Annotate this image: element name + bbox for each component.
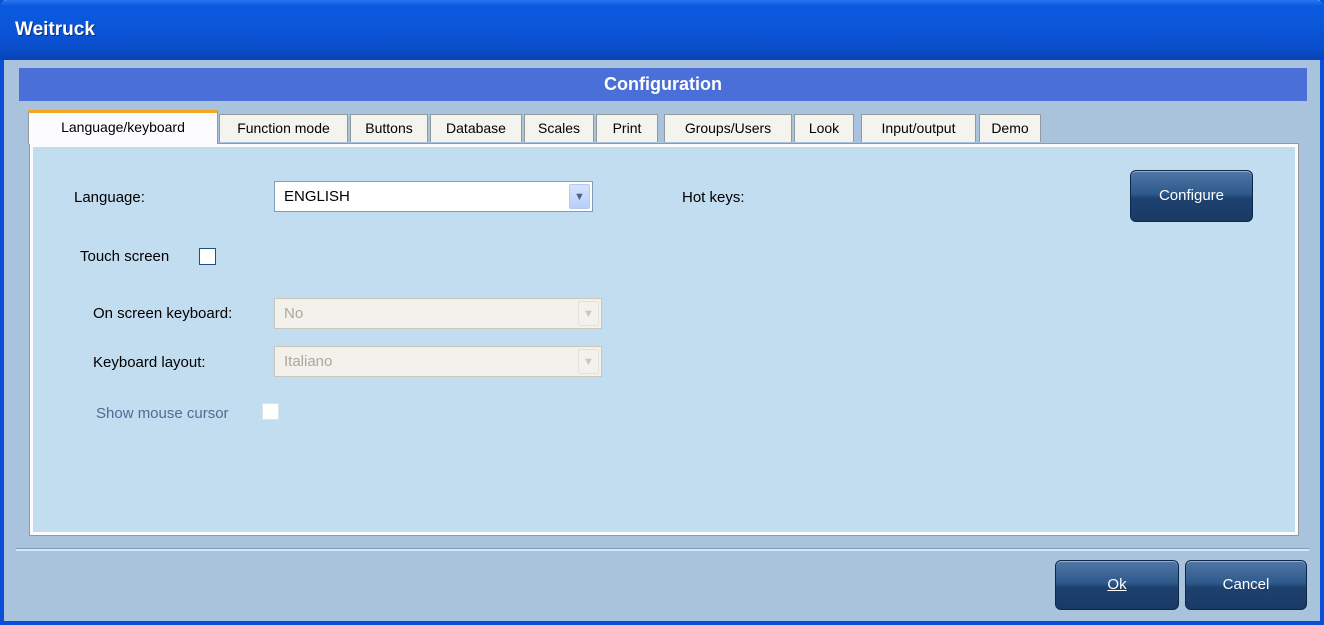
ok-button[interactable]: Ok xyxy=(1055,560,1179,610)
tab-database[interactable]: Database xyxy=(430,114,522,142)
touch-screen-checkbox[interactable] xyxy=(199,248,216,265)
chevron-down-icon[interactable]: ▼ xyxy=(578,301,599,326)
hotkeys-label: Hot keys: xyxy=(682,189,745,206)
page-title: Configuration xyxy=(19,68,1307,101)
language-select[interactable]: ENGLISH ▼ xyxy=(274,181,593,212)
cancel-button-label: Cancel xyxy=(1222,576,1270,593)
tab-input-output[interactable]: Input/output xyxy=(861,114,976,142)
keyboard-layout-label: Keyboard layout: xyxy=(93,354,206,371)
language-label: Language: xyxy=(74,189,145,206)
chevron-down-icon[interactable]: ▼ xyxy=(578,349,599,374)
window-title: Weitruck xyxy=(15,19,95,40)
tab-language-keyboard[interactable]: Language/keyboard xyxy=(28,110,218,144)
show-mouse-cursor-checkbox[interactable] xyxy=(262,403,279,420)
footer-divider xyxy=(16,548,1309,551)
tab-buttons[interactable]: Buttons xyxy=(350,114,428,142)
tab-look[interactable]: Look xyxy=(794,114,854,142)
language-select-value: ENGLISH xyxy=(284,188,350,205)
tab-demo[interactable]: Demo xyxy=(979,114,1041,142)
keyboard-layout-select[interactable]: Italiano ▼ xyxy=(274,346,602,377)
cancel-button[interactable]: Cancel xyxy=(1185,560,1307,610)
tab-panel-language-keyboard: Language: ENGLISH ▼ Hot keys: Configure … xyxy=(29,143,1299,536)
chevron-down-icon[interactable]: ▼ xyxy=(569,184,590,209)
on-screen-keyboard-select[interactable]: No ▼ xyxy=(274,298,602,329)
ok-button-label: Ok xyxy=(1107,576,1127,593)
tab-scales[interactable]: Scales xyxy=(524,114,594,142)
tab-groups-users[interactable]: Groups/Users xyxy=(664,114,792,142)
configure-button[interactable]: Configure xyxy=(1130,170,1253,222)
on-screen-keyboard-label: On screen keyboard: xyxy=(93,305,233,322)
tab-print[interactable]: Print xyxy=(596,114,658,142)
app-window: Weitruck Configuration Language/keyboard… xyxy=(0,0,1324,625)
client-area: Configuration Language/keyboard Function… xyxy=(8,60,1316,617)
tab-function-mode[interactable]: Function mode xyxy=(219,114,348,142)
keyboard-layout-value: Italiano xyxy=(284,353,333,370)
on-screen-keyboard-value: No xyxy=(284,305,304,322)
show-mouse-cursor-label: Show mouse cursor xyxy=(96,405,229,422)
touch-screen-label: Touch screen xyxy=(80,248,170,265)
title-bar[interactable]: Weitruck xyxy=(0,0,1324,60)
